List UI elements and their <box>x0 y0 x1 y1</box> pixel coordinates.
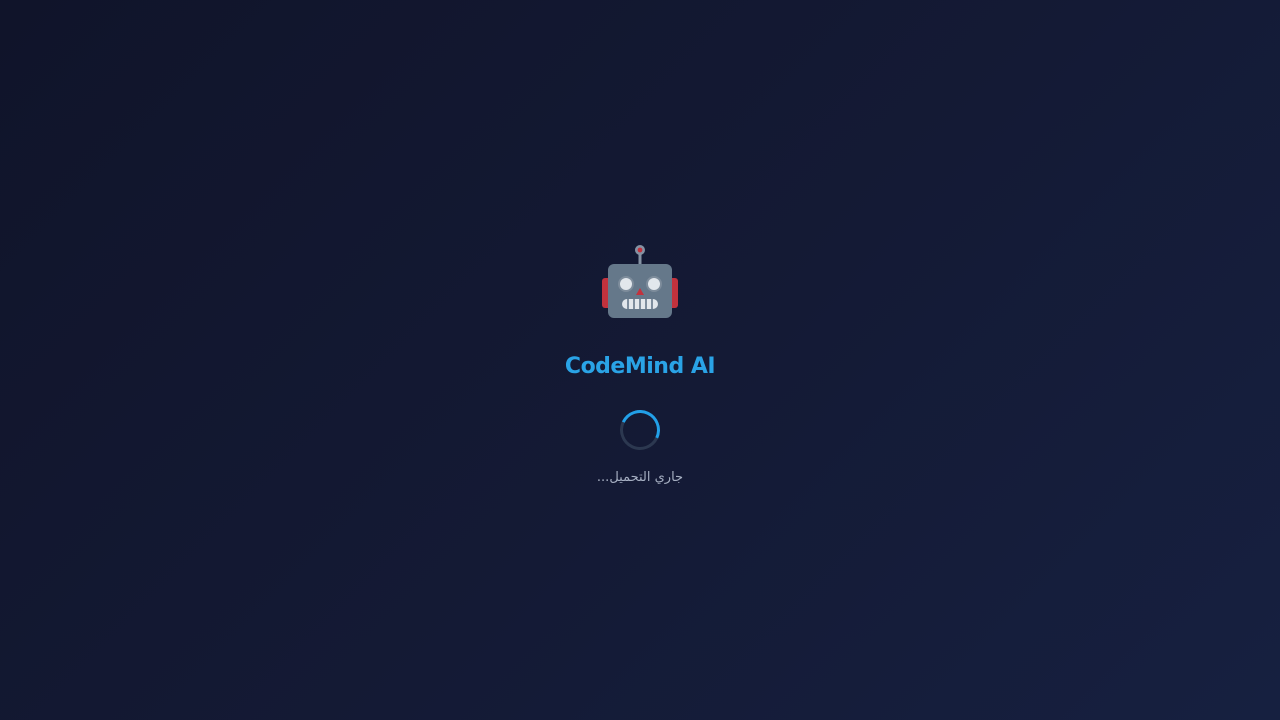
loading-screen: CodeMind AI جاري التحميل... <box>0 0 1280 720</box>
loading-text: جاري التحميل... <box>596 470 684 485</box>
loading-spinner <box>614 404 666 456</box>
robot-icon <box>602 245 678 318</box>
app-title: CodeMind AI <box>564 354 716 379</box>
